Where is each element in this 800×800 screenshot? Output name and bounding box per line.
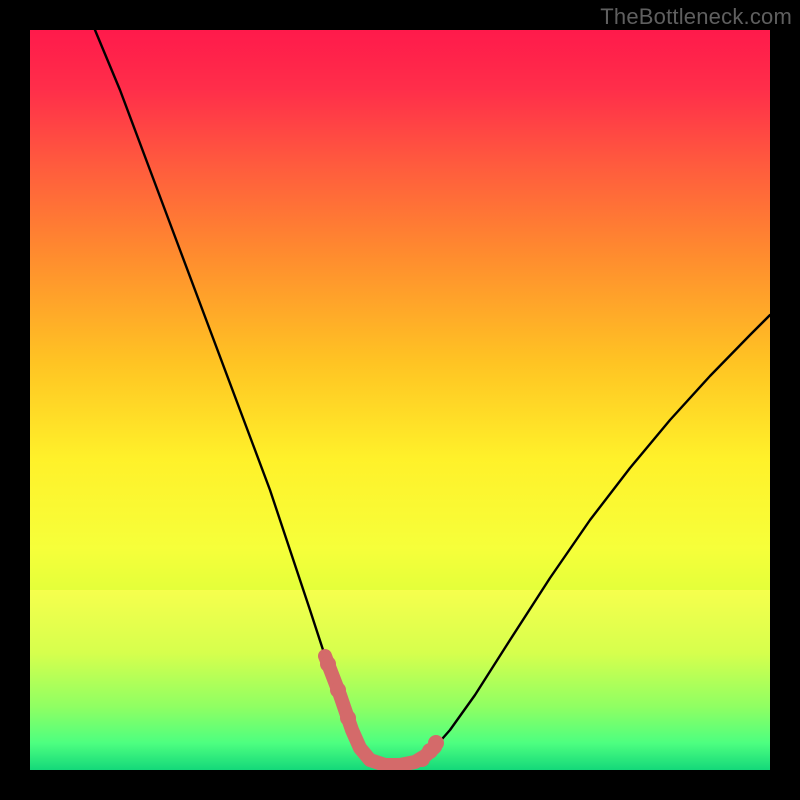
plot-area <box>30 30 770 770</box>
chart-frame: TheBottleneck.com <box>0 0 800 800</box>
highlight-dot <box>320 656 336 672</box>
green-band <box>30 590 770 770</box>
watermark-text: TheBottleneck.com <box>600 4 792 30</box>
highlight-dot <box>340 710 356 726</box>
highlight-dot <box>428 735 444 751</box>
highlight-dot <box>330 682 346 698</box>
bottleneck-chart <box>30 30 770 770</box>
